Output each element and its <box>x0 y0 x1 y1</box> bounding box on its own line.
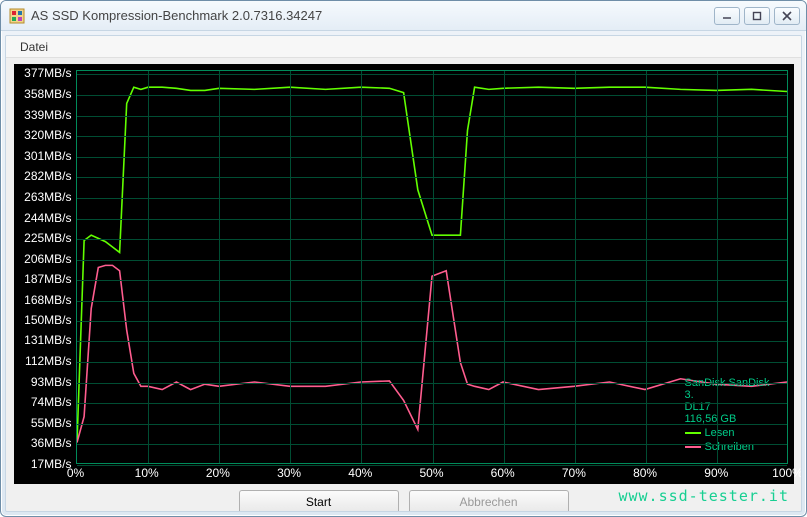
grid-line-h <box>77 403 787 404</box>
grid-line-v <box>504 71 505 463</box>
close-button[interactable] <box>774 7 800 25</box>
y-tick-label: 93MB/s <box>31 375 72 389</box>
grid-line-h <box>77 280 787 281</box>
legend-read: Lesen <box>685 427 777 439</box>
y-tick-label: 225MB/s <box>24 231 71 245</box>
grid-line-v <box>290 71 291 463</box>
y-tick-label: 74MB/s <box>31 395 72 409</box>
y-tick-label: 168MB/s <box>24 293 71 307</box>
grid-line-v <box>361 71 362 463</box>
menubar: Datei <box>6 36 801 58</box>
grid-line-h <box>77 362 787 363</box>
window-buttons <box>714 7 800 25</box>
x-tick-label: 70% <box>562 466 586 480</box>
y-tick-label: 36MB/s <box>31 436 72 450</box>
x-axis: 0%10%20%30%40%50%60%70%80%90%100% <box>76 464 788 484</box>
legend-device-line1: SanDisk SanDisk 3. <box>685 377 777 401</box>
x-tick-label: 30% <box>277 466 301 480</box>
grid-line-h <box>77 383 787 384</box>
grid-line-h <box>77 424 787 425</box>
watermark: www.ssd-tester.it <box>618 487 789 505</box>
menu-file[interactable]: Datei <box>14 38 54 56</box>
grid-line-v <box>575 71 576 463</box>
y-tick-label: 320MB/s <box>24 128 71 142</box>
y-tick-label: 55MB/s <box>31 416 72 430</box>
grid-line-h <box>77 198 787 199</box>
y-tick-label: 187MB/s <box>24 272 71 286</box>
x-tick-label: 40% <box>348 466 372 480</box>
y-tick-label: 112MB/s <box>25 354 71 368</box>
grid-line-h <box>77 321 787 322</box>
grid-line-h <box>77 444 787 445</box>
x-tick-label: 100% <box>772 466 802 480</box>
window-title: AS SSD Kompression-Benchmark 2.0.7316.34… <box>31 8 714 23</box>
x-tick-label: 80% <box>633 466 657 480</box>
plot-area: SanDisk SanDisk 3. DL17 116,56 GB Lesen … <box>76 70 788 464</box>
y-tick-label: 150MB/s <box>24 313 71 327</box>
app-window: AS SSD Kompression-Benchmark 2.0.7316.34… <box>0 0 807 517</box>
grid-line-h <box>77 95 787 96</box>
x-tick-label: 20% <box>206 466 230 480</box>
grid-line-v <box>717 71 718 463</box>
legend-swatch-write <box>685 446 701 448</box>
grid-line-h <box>77 116 787 117</box>
legend-swatch-read <box>685 432 701 434</box>
x-tick-label: 0% <box>67 466 84 480</box>
grid-line-h <box>77 301 787 302</box>
y-tick-label: 244MB/s <box>24 211 71 225</box>
start-button[interactable]: Start <box>239 490 399 512</box>
minimize-button[interactable] <box>714 7 740 25</box>
legend-read-label: Lesen <box>705 427 735 439</box>
legend-write-label: Schreiben <box>705 441 755 453</box>
y-tick-label: 339MB/s <box>24 108 71 122</box>
grid-line-v <box>433 71 434 463</box>
y-tick-label: 358MB/s <box>24 87 71 101</box>
x-tick-label: 90% <box>704 466 728 480</box>
y-tick-label: 377MB/s <box>24 66 71 80</box>
x-tick-label: 50% <box>419 466 443 480</box>
y-axis: 377MB/s 358MB/s 339MB/s 320MB/s 301MB/s 282MB… <box>14 64 76 484</box>
grid-line-h <box>77 239 787 240</box>
legend-write: Schreiben <box>685 441 777 453</box>
y-tick-label: 282MB/s <box>24 169 71 183</box>
grid-line-h <box>77 74 787 75</box>
legend-box: SanDisk SanDisk 3. DL17 116,56 GB Lesen … <box>681 373 781 443</box>
y-tick-label: 206MB/s <box>24 252 71 266</box>
grid-line-h <box>77 219 787 220</box>
client-area: Datei 377MB/s 358MB/s 339MB/s 320MB/s 301MB/… <box>5 35 802 512</box>
x-tick-label: 60% <box>491 466 515 480</box>
grid-line-h <box>77 157 787 158</box>
grid-line-h <box>77 177 787 178</box>
grid-line-h <box>77 260 787 261</box>
grid-line-v <box>148 71 149 463</box>
y-tick-label: 263MB/s <box>24 190 71 204</box>
grid-line-h <box>77 136 787 137</box>
y-tick-label: 301MB/s <box>24 149 71 163</box>
app-icon <box>9 8 25 24</box>
grid-line-v <box>646 71 647 463</box>
chart: 377MB/s 358MB/s 339MB/s 320MB/s 301MB/s 282MB… <box>14 64 794 484</box>
x-tick-label: 10% <box>135 466 159 480</box>
grid-line-h <box>77 341 787 342</box>
cancel-button[interactable]: Abbrechen <box>409 490 569 512</box>
titlebar: AS SSD Kompression-Benchmark 2.0.7316.34… <box>1 1 806 31</box>
grid-line-v <box>219 71 220 463</box>
y-tick-label: 131MB/s <box>24 333 71 347</box>
y-tick-label: 17MB/s <box>31 457 72 471</box>
maximize-button[interactable] <box>744 7 770 25</box>
